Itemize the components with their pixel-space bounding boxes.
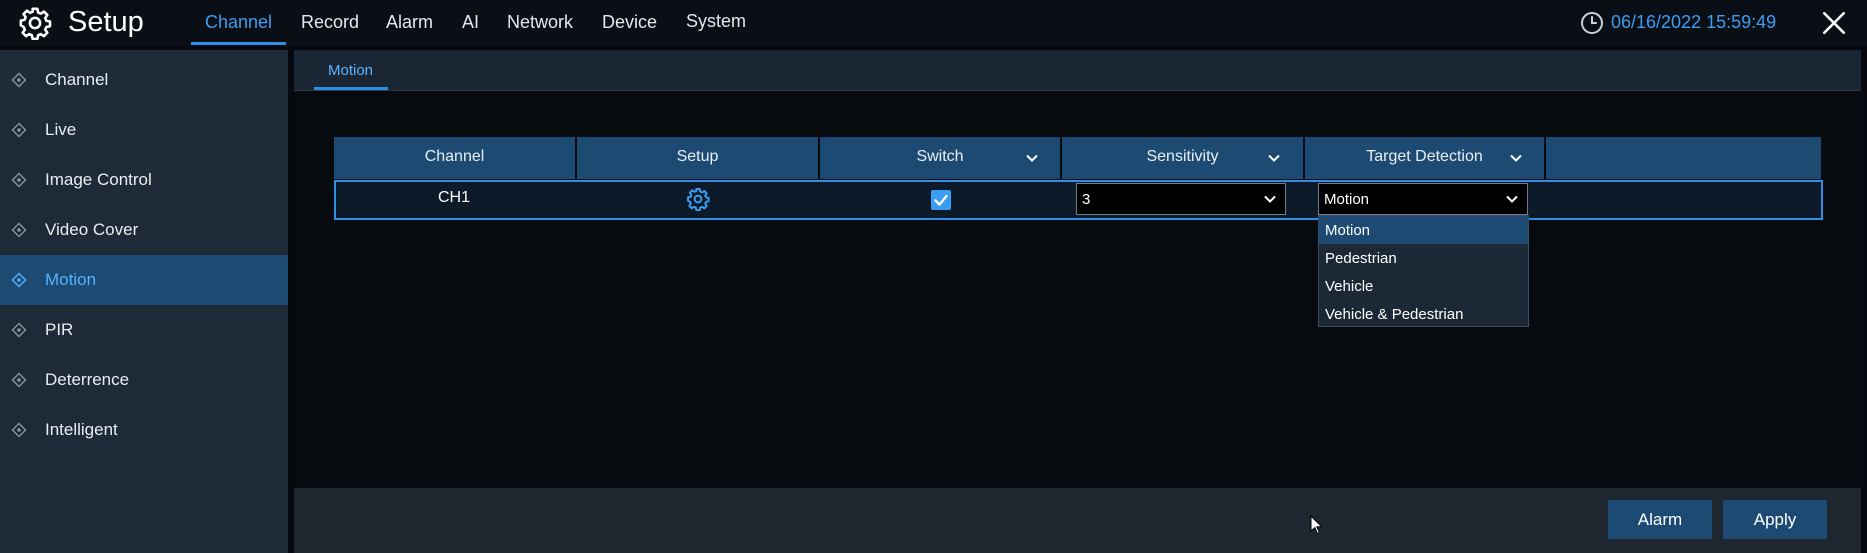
datetime-display: 06/16/2022 15:59:49	[1611, 12, 1777, 32]
column-header-empty	[1546, 137, 1821, 179]
diamond-dot-icon	[11, 422, 27, 438]
sidebar-item-pir[interactable]: PIR	[0, 305, 288, 355]
tab-device[interactable]: Device	[602, 12, 657, 33]
target-detection-value: Motion	[1324, 191, 1370, 208]
sidebar-item-label: Live	[45, 120, 77, 139]
dropdown-option-motion[interactable]: Motion	[1319, 216, 1528, 244]
mouse-cursor-icon	[1310, 515, 1322, 535]
diamond-dot-icon	[11, 272, 27, 288]
close-icon[interactable]	[1821, 10, 1847, 36]
diamond-dot-icon	[11, 222, 27, 238]
tab-system[interactable]: System	[686, 11, 746, 32]
sidebar-item-label: Motion	[45, 270, 97, 289]
subtab-motion[interactable]: Motion	[328, 62, 373, 79]
sidebar-item-live[interactable]: Live	[0, 105, 288, 155]
sidebar-item-intelligent[interactable]: Intelligent	[0, 405, 288, 455]
sidebar-item-label: Image Control	[45, 170, 152, 189]
chevron-down-icon	[1264, 195, 1276, 203]
channel-cell: CH1	[438, 189, 471, 206]
column-header-switch[interactable]: Switch	[820, 137, 1060, 179]
sidebar-item-channel[interactable]: Channel	[0, 55, 288, 105]
chevron-down-icon[interactable]	[1509, 151, 1523, 165]
diamond-dot-icon	[11, 172, 27, 188]
subtab-bar	[294, 50, 1861, 90]
clock-icon	[1581, 12, 1603, 34]
column-header-channel: Channel	[334, 137, 575, 179]
sidebar: Channel Live Image Control Video Cover M…	[0, 50, 288, 553]
alarm-button[interactable]: Alarm	[1608, 500, 1712, 539]
sidebar-item-label: Channel	[45, 70, 109, 89]
diamond-dot-icon	[11, 372, 27, 388]
diamond-dot-icon	[11, 122, 27, 138]
setup-gear-icon[interactable]	[686, 187, 710, 211]
column-header-target-detection[interactable]: Target Detection	[1305, 137, 1544, 179]
target-detection-dropdown: Motion Pedestrian Vehicle Vehicle & Pede…	[1318, 215, 1529, 327]
checkmark-icon	[934, 194, 948, 206]
sidebar-item-label: PIR	[45, 320, 74, 339]
column-header-sensitivity[interactable]: Sensitivity	[1062, 137, 1303, 179]
apply-button[interactable]: Apply	[1723, 500, 1827, 539]
main-panel	[294, 50, 1861, 488]
sidebar-item-video-cover[interactable]: Video Cover	[0, 205, 288, 255]
tab-ai[interactable]: AI	[462, 12, 479, 33]
tab-alarm[interactable]: Alarm	[386, 12, 433, 33]
diamond-dot-icon	[11, 322, 27, 338]
sidebar-item-image-control[interactable]: Image Control	[0, 155, 288, 205]
diamond-dot-icon	[11, 72, 27, 88]
chevron-down-icon[interactable]	[1267, 151, 1281, 165]
column-header-setup: Setup	[577, 137, 818, 179]
settings-gear-icon	[19, 7, 52, 40]
chevron-down-icon	[1506, 195, 1518, 203]
sidebar-item-label: Deterrence	[45, 370, 130, 389]
subtab-divider	[294, 90, 1861, 91]
dropdown-option-vehicle[interactable]: Vehicle	[1319, 272, 1528, 300]
sidebar-item-deterrence[interactable]: Deterrence	[0, 355, 288, 405]
switch-checkbox[interactable]	[931, 190, 951, 210]
tab-record[interactable]: Record	[301, 12, 359, 33]
dropdown-option-vehicle-pedestrian[interactable]: Vehicle & Pedestrian	[1319, 300, 1528, 328]
sensitivity-value: 3	[1082, 191, 1091, 208]
tab-network[interactable]: Network	[507, 12, 573, 33]
sensitivity-select[interactable]: 3	[1076, 183, 1286, 215]
app-title: Setup	[68, 6, 144, 38]
chevron-down-icon[interactable]	[1025, 151, 1039, 165]
dropdown-option-pedestrian[interactable]: Pedestrian	[1319, 244, 1528, 272]
tab-channel[interactable]: Channel	[205, 12, 272, 33]
target-detection-select[interactable]: Motion	[1318, 183, 1528, 215]
sidebar-item-motion[interactable]: Motion	[0, 255, 288, 305]
active-tab-underline	[191, 42, 286, 45]
sidebar-item-label: Intelligent	[45, 420, 118, 439]
sidebar-item-label: Video Cover	[45, 220, 139, 239]
